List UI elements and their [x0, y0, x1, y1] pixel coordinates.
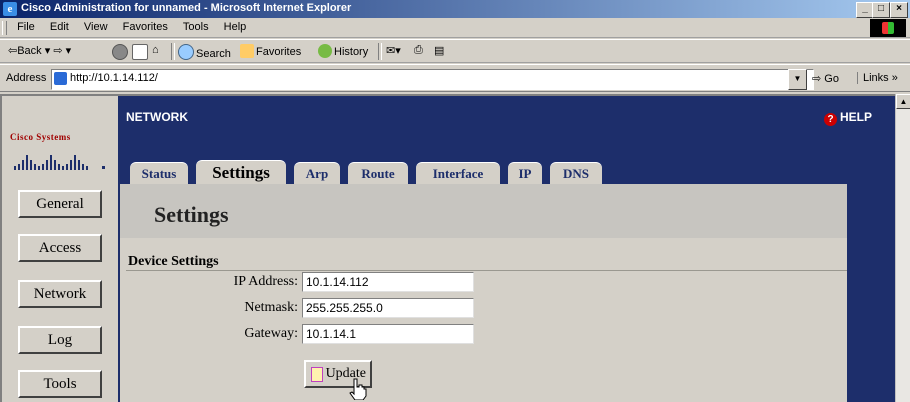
links-button[interactable]: Links » [857, 72, 898, 84]
menu-tools[interactable]: Tools [177, 18, 215, 33]
nav-general-button[interactable]: General [18, 190, 102, 218]
windows-logo-icon [870, 19, 906, 37]
title-bar: e Cisco Administration for unnamed - Mic… [0, 0, 910, 18]
favorites-label: Favorites [256, 46, 302, 58]
settings-header: Settings [120, 184, 847, 238]
favorites-button[interactable]: Favorites [240, 44, 301, 58]
address-url: http://10.1.14.112/ [70, 72, 158, 84]
left-nav-panel: Cisco Systems General Access Network Log… [2, 96, 118, 402]
search-button[interactable]: Search [178, 44, 231, 60]
vertical-scrollbar[interactable]: ▲ [895, 94, 910, 402]
standard-toolbar: ⇦Back ▾ ⇨ ▾ ⌂ Search Favorites History ✉… [0, 39, 910, 63]
ip-address-input[interactable]: 10.1.14.112 [302, 272, 474, 292]
document-icon [311, 367, 323, 382]
refresh-icon[interactable] [132, 44, 150, 60]
gateway-input[interactable]: 10.1.14.1 [302, 324, 474, 344]
nav-network-button[interactable]: Network [18, 280, 102, 308]
help-link[interactable]: ? HELP [824, 110, 872, 126]
gateway-label: Gateway: [244, 326, 298, 341]
menu-file[interactable]: File [11, 18, 41, 33]
home-icon[interactable]: ⌂ [152, 44, 159, 56]
address-input[interactable]: http://10.1.14.112/ [51, 69, 814, 90]
device-settings-heading: Device Settings [128, 254, 219, 269]
hand-cursor-icon [349, 378, 367, 400]
search-label: Search [196, 48, 231, 60]
go-button[interactable]: ⇨ Go [812, 72, 839, 85]
netmask-input[interactable]: 255.255.255.0 [302, 298, 474, 318]
tab-settings[interactable]: Settings [196, 160, 286, 184]
ie-icon: e [3, 2, 17, 16]
window-title: Cisco Administration for unnamed - Micro… [21, 2, 352, 14]
tab-dns[interactable]: DNS [550, 162, 602, 184]
address-dropdown[interactable]: ▼ [788, 69, 807, 90]
tab-interface[interactable]: Interface [416, 162, 500, 184]
mail-icon[interactable]: ✉▾ [386, 44, 401, 57]
cisco-bridge-icon [14, 155, 105, 170]
back-label: Back [17, 45, 42, 57]
help-icon: ? [824, 113, 837, 126]
history-label: History [334, 46, 369, 58]
tab-route[interactable]: Route [348, 162, 408, 184]
toolbar-grip [2, 21, 7, 35]
edit-icon[interactable]: ▤ [434, 44, 444, 57]
ip-address-label: IP Address: [233, 274, 298, 289]
nav-log-button[interactable]: Log [18, 326, 102, 354]
go-label: Go [824, 73, 839, 85]
menu-view[interactable]: View [78, 18, 114, 33]
page-title: Settings [154, 202, 229, 227]
history-button[interactable]: History [318, 44, 368, 58]
help-label: HELP [840, 110, 873, 124]
address-bar: Address http://10.1.14.112/ ▼ ⇨ Go Links… [0, 64, 910, 92]
menu-favorites[interactable]: Favorites [117, 18, 174, 33]
web-page: Cisco Systems General Access Network Log… [0, 94, 895, 402]
close-button[interactable]: × [890, 2, 908, 18]
page-icon [54, 72, 67, 85]
maximize-button[interactable]: □ [872, 2, 890, 18]
menu-edit[interactable]: Edit [44, 18, 75, 33]
menu-help[interactable]: Help [218, 18, 253, 33]
address-label: Address [6, 72, 47, 84]
section-title: NETWORK [126, 110, 188, 124]
nav-access-button[interactable]: Access [18, 234, 102, 262]
back-button[interactable]: ⇦Back ▾ ⇨ ▾ [8, 44, 71, 57]
nav-tools-button[interactable]: Tools [18, 370, 102, 398]
netmask-label: Netmask: [244, 300, 298, 315]
print-icon[interactable]: ⎙ [414, 44, 423, 57]
settings-panel: Settings Device Settings IP Address: 10.… [120, 184, 847, 402]
divider [126, 270, 847, 271]
menu-bar: File Edit View Favorites Tools Help [0, 18, 910, 38]
tab-status[interactable]: Status [130, 162, 188, 184]
cisco-logo: Cisco Systems [10, 132, 71, 142]
tab-ip[interactable]: IP [508, 162, 542, 184]
stop-icon[interactable] [112, 44, 130, 60]
scroll-up-icon[interactable]: ▲ [896, 94, 910, 109]
tab-arp[interactable]: Arp [294, 162, 340, 184]
